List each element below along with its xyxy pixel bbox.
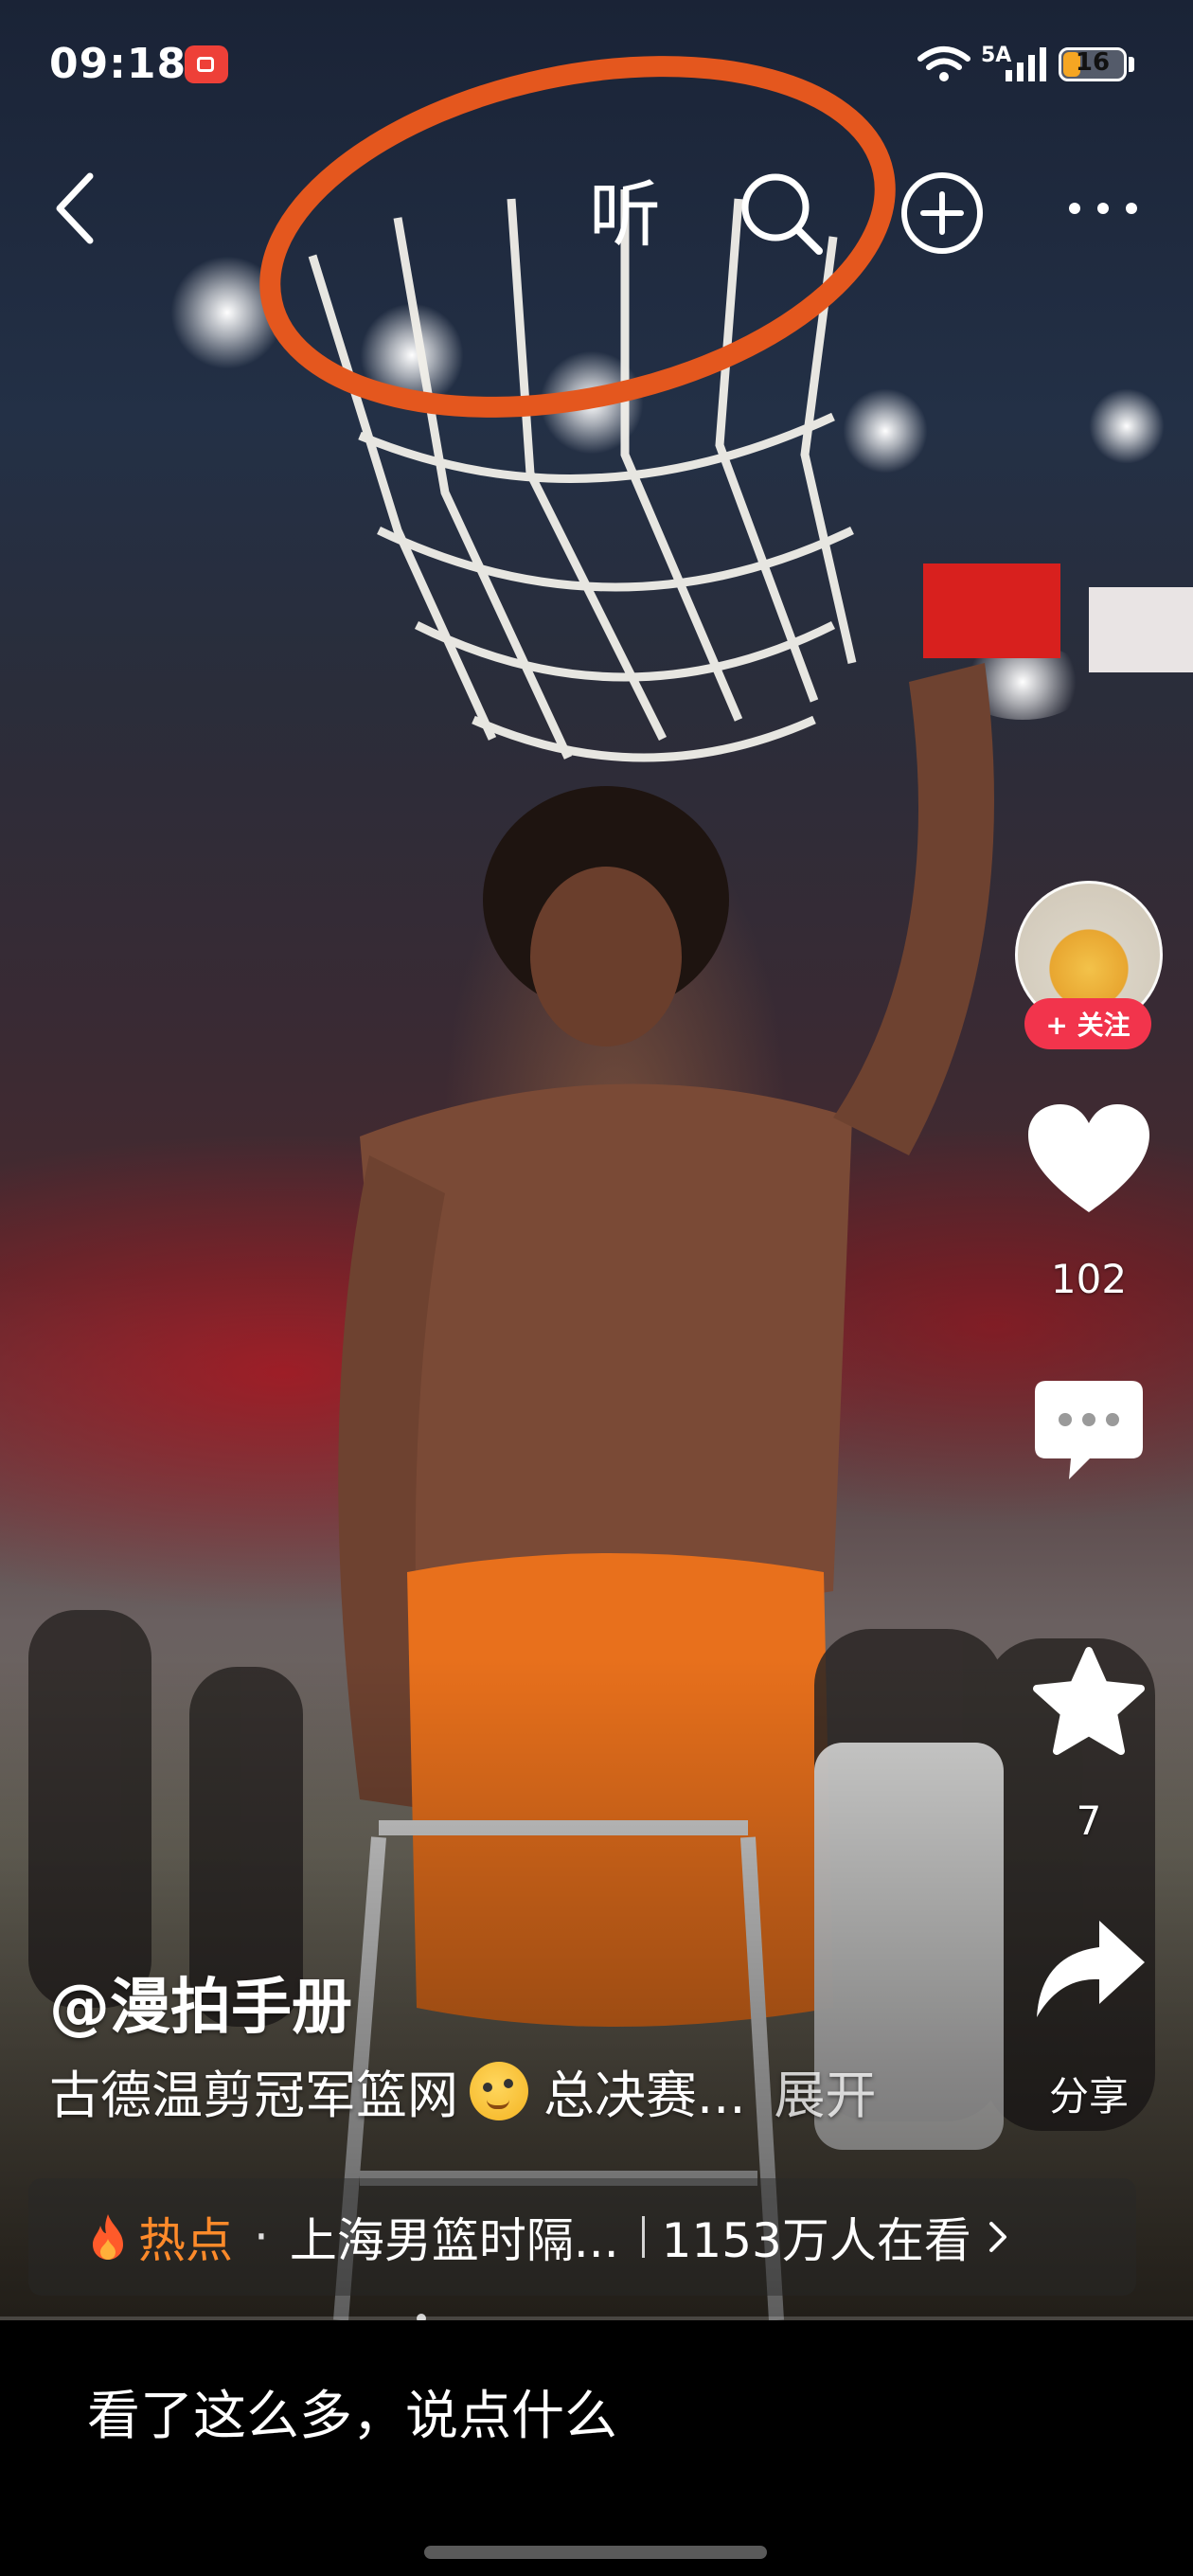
caption-tail: 总决赛... [543, 2066, 746, 2125]
listen-button[interactable]: 听 [578, 161, 672, 257]
chevron-left-icon [56, 172, 94, 244]
caption-text: 古德温剪冠军篮网 [49, 2066, 458, 2125]
comment-button[interactable] [1027, 1373, 1150, 1487]
add-button[interactable] [890, 161, 994, 265]
more-button[interactable] [1051, 170, 1155, 246]
screen-record-icon [185, 45, 228, 83]
plus-circle-icon [901, 172, 983, 254]
battery-percentage: 16 [1075, 48, 1111, 77]
comment-bubble-icon [1035, 1381, 1143, 1479]
share-button[interactable] [1027, 1913, 1150, 2027]
author-name[interactable]: @漫拍手册 [49, 1959, 352, 2046]
home-indicator[interactable] [424, 2546, 767, 2559]
hot-topic-title: 上海男篮时隔... [289, 2213, 619, 2268]
comment-input-placeholder[interactable]: 看了这么多，说点什么 [87, 2373, 617, 2450]
wifi-icon [917, 46, 970, 81]
chevron-right-icon [988, 2222, 1006, 2252]
battery-tip [1129, 57, 1134, 72]
hot-viewer-count: 1153万人在看 [661, 2213, 971, 2268]
favorite-button[interactable] [1027, 1643, 1150, 1766]
hot-label: 热点 [138, 2213, 233, 2268]
hot-divider [641, 2216, 645, 2258]
favorite-count: 7 [1076, 1798, 1102, 1844]
signal-icon [1006, 47, 1046, 81]
fire-icon [93, 2214, 123, 2260]
search-button[interactable] [729, 161, 833, 265]
search-icon [741, 173, 823, 255]
share-arrow-icon [1037, 1921, 1145, 2017]
expand-caption-link[interactable]: 展开 [775, 2053, 877, 2128]
like-button[interactable] [1023, 1099, 1155, 1222]
follow-button[interactable]: + 关注 [1024, 998, 1151, 1049]
heart-icon [1028, 1104, 1149, 1212]
smirk-emoji-icon [470, 2061, 528, 2120]
status-bar: 09:18 5A 16 [0, 0, 1193, 133]
hot-topic-banner[interactable]: 热点 · 上海男篮时隔... 1153万人在看 [28, 2178, 1136, 2296]
more-dots-icon [1069, 203, 1137, 214]
battery-indicator: 16 [1059, 47, 1127, 81]
hot-separator-dot: · [254, 2209, 269, 2264]
star-icon [1033, 1647, 1145, 1755]
back-button[interactable] [38, 161, 114, 256]
share-label: 分享 [1048, 2073, 1129, 2120]
like-count: 102 [1050, 1256, 1128, 1302]
status-time: 09:18 [49, 40, 187, 88]
video-caption[interactable]: 古德温剪冠军篮网 总决赛... 展开 [49, 2053, 877, 2128]
